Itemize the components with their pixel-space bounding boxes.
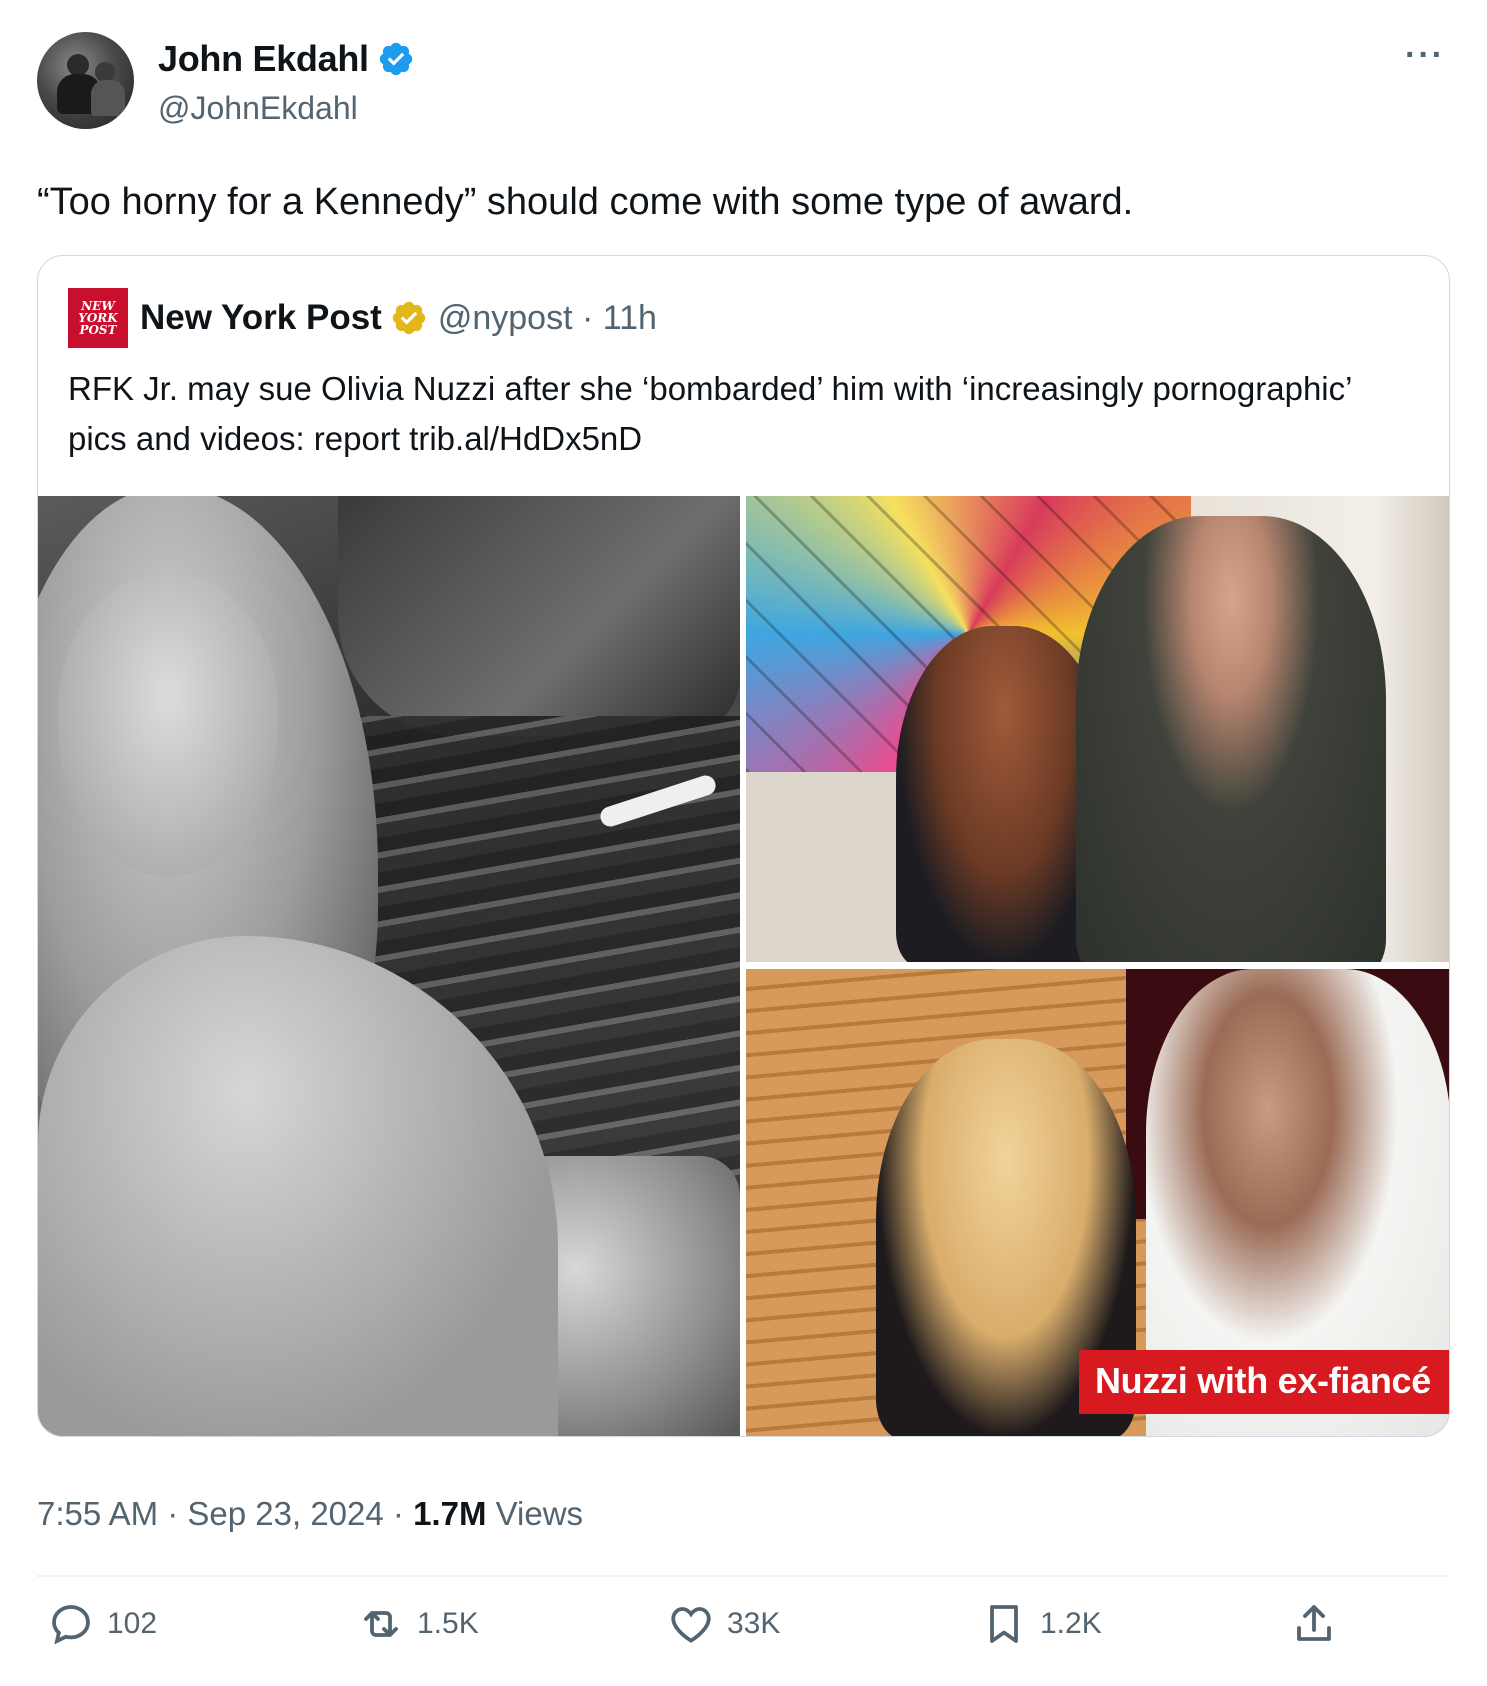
views-count: 1.7M xyxy=(413,1495,487,1532)
repost-icon xyxy=(364,1611,398,1637)
share-icon xyxy=(1297,1605,1331,1641)
like-icon xyxy=(671,1607,711,1643)
like-button[interactable]: 33K xyxy=(667,1600,780,1648)
quoted-header: NEW YORK POST New York Post @nypost · 11… xyxy=(68,288,657,348)
photo-rfk-with-woman[interactable] xyxy=(746,496,1449,962)
views-label: Views xyxy=(486,1495,584,1532)
author-name-row[interactable]: John Ekdahl xyxy=(158,38,415,80)
reply-count: 102 xyxy=(107,1607,158,1640)
timestamp[interactable]: 7:55 AM · Sep 23, 2024 · xyxy=(37,1495,413,1532)
photo-nuzzi-ex-fiance[interactable]: Nuzzi with ex-fiancé xyxy=(746,969,1449,1436)
bookmark-count: 1.2K xyxy=(1040,1607,1102,1640)
share-button[interactable] xyxy=(1290,1600,1338,1648)
photo-river-selfie[interactable] xyxy=(38,496,740,1436)
nypost-logo[interactable]: NEW YORK POST xyxy=(68,288,128,348)
author-avatar[interactable] xyxy=(37,32,134,129)
reply-icon xyxy=(52,1605,90,1645)
verified-icon xyxy=(379,42,412,76)
bookmark-icon xyxy=(990,1605,1018,1643)
media-grid: Nuzzi with ex-fiancé xyxy=(38,496,1449,1436)
quoted-display-name[interactable]: New York Post xyxy=(140,298,382,338)
author-display-name[interactable]: John Ekdahl xyxy=(158,38,369,80)
author-handle[interactable]: @JohnEkdahl xyxy=(158,90,358,127)
photo-caption: Nuzzi with ex-fiancé xyxy=(1078,1350,1449,1414)
divider xyxy=(37,1575,1450,1577)
repost-button[interactable]: 1.5K xyxy=(357,1600,479,1648)
quoted-handle-time: @nypost · 11h xyxy=(437,298,657,337)
like-count: 33K xyxy=(727,1607,781,1640)
action-bar: 102 1.5K 33K 1.2K xyxy=(0,1600,1487,1670)
quoted-tweet[interactable]: NEW YORK POST New York Post @nypost · 11… xyxy=(37,255,1450,1437)
tweet-meta: 7:55 AM · Sep 23, 2024 · 1.7M Views xyxy=(37,1495,583,1533)
repost-count: 1.5K xyxy=(417,1607,479,1640)
quoted-text: RFK Jr. may sue Olivia Nuzzi after she ‘… xyxy=(68,370,1352,457)
more-icon[interactable]: ··· xyxy=(1405,36,1445,75)
reply-button[interactable]: 102 xyxy=(47,1600,157,1648)
tweet-text: “Too horny for a Kennedy” should come wi… xyxy=(37,181,1134,223)
tweet: John Ekdahl @JohnEkdahl ··· “Too horny f… xyxy=(0,0,1487,1686)
bookmark-button[interactable]: 1.2K xyxy=(980,1600,1102,1648)
verified-icon xyxy=(392,301,426,335)
